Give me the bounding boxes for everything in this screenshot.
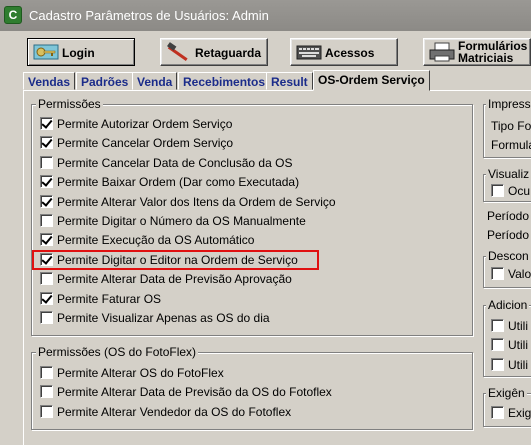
fotoflex-checkbox-label: Permite Alterar OS do FotoFlex [57, 366, 224, 380]
valo-check[interactable] [491, 267, 504, 280]
adicion-group-title: Adicion [486, 298, 530, 312]
printer-icon [429, 42, 455, 62]
ocu-check[interactable] [491, 184, 504, 197]
permissao-checkbox-label: Permite Execução da OS Automático [57, 233, 255, 248]
formularios-matriciais-button[interactable]: Formulários Matriciais [423, 38, 531, 66]
tab-os-ordem-servico[interactable]: OS-Ordem Serviço [313, 70, 430, 91]
login-label: Login [62, 46, 95, 60]
title-bar: C Cadastro Parâmetros de Usuários: Admin [0, 0, 531, 31]
permissao-checkbox-label: Permite Cancelar Ordem Serviço [57, 136, 234, 151]
tab-result[interactable]: Result [266, 72, 313, 90]
permissao-checkbox[interactable] [40, 272, 53, 286]
permissao-checkbox[interactable] [40, 194, 53, 208]
permissao-checkbox-label: Permite Autorizar Ordem Serviço [57, 117, 233, 131]
tab-padroes[interactable]: Padrões [76, 72, 134, 90]
descon-group-title: Descon [486, 249, 531, 263]
permissao-checkbox-label: Permite Alterar Data de Previsão Aprovaç… [57, 272, 292, 287]
fotoflex-checkbox-label: Permite Alterar Vendedor da OS do Fotofl… [57, 404, 292, 419]
acessos-label: Acessos [325, 46, 375, 60]
visualiz-group-title: Visualiz [486, 167, 531, 181]
key-icon [33, 44, 59, 60]
tab-vendas[interactable]: Vendas [23, 72, 76, 90]
permissao-checkbox-label: Permite Visualizar Apenas as OS do dia [57, 311, 270, 325]
highlight-box [32, 250, 319, 270]
utili1-check[interactable] [491, 319, 504, 332]
permissao-checkbox[interactable] [40, 136, 53, 150]
permissao-checkbox[interactable] [40, 291, 53, 305]
permissao-checkbox[interactable] [40, 175, 53, 189]
retaguarda-button[interactable]: Retaguarda [160, 38, 268, 66]
acessos-button[interactable]: Acessos [290, 38, 398, 66]
permissao-checkbox[interactable] [40, 155, 53, 169]
fotoflex-checkbox[interactable] [40, 366, 53, 379]
exigen-group-title: Exigên [486, 386, 527, 400]
retaguarda-label: Retaguarda [195, 46, 262, 60]
permissao-checkbox-label: Permite Faturar OS [57, 291, 162, 306]
tab-recebimentos[interactable]: Recebimentos [178, 72, 271, 90]
app-icon: C [4, 6, 22, 24]
permissao-checkbox[interactable] [40, 214, 53, 227]
fotoflex-checkbox[interactable] [40, 385, 53, 399]
formularios-label-2: Matriciais [458, 51, 514, 65]
exig-check[interactable] [491, 406, 504, 419]
periodo2-label: Período [487, 228, 530, 242]
permissao-checkbox-label: Permite Cancelar Data de Conclusão da OS [57, 155, 293, 170]
periodo1-label: Período [487, 209, 530, 223]
permissao-checkbox[interactable] [40, 233, 53, 247]
tab-venda[interactable]: Venda [132, 72, 178, 90]
fotoflex-checkbox[interactable] [40, 404, 53, 418]
login-button[interactable]: Login [27, 38, 135, 66]
utili3-check[interactable] [491, 358, 504, 371]
permissao-checkbox-label: Permite Baixar Ordem (Dar como Executada… [57, 175, 300, 190]
permissoes-group-title: Permissões [36, 97, 103, 111]
formula-label: Formula [491, 138, 531, 152]
utili2-check[interactable] [491, 338, 504, 351]
tipo-fo-label: Tipo Fo [491, 119, 531, 133]
hammer-icon [167, 42, 188, 61]
window-title: Cadastro Parâmetros de Usuários: Admin [29, 8, 269, 23]
fotoflex-group-title: Permissões (OS do FotoFlex) [36, 345, 199, 359]
permissao-checkbox-label: Permite Digitar o Número da OS Manualmen… [57, 214, 306, 228]
fotoflex-checkbox-label: Permite Alterar Data de Previsão da OS d… [57, 385, 332, 400]
permissao-checkbox[interactable] [40, 311, 53, 324]
permissao-checkbox-label: Permite Alterar Valor dos Itens da Ordem… [57, 194, 336, 209]
impress-group-title: Impress [486, 97, 531, 111]
keyboard-icon [296, 45, 322, 60]
permissao-checkbox[interactable] [40, 117, 53, 130]
